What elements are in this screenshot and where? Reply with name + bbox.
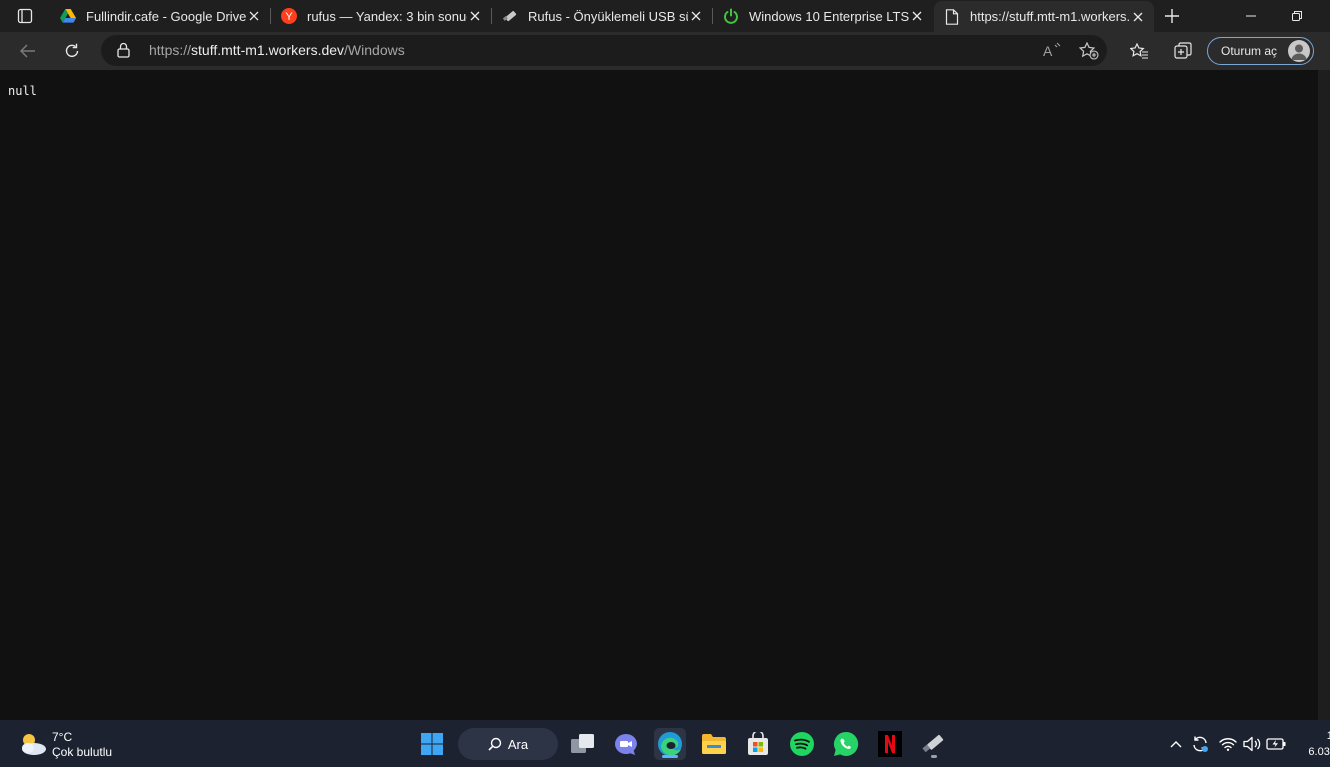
url-path: /Windows bbox=[344, 42, 405, 58]
url-text[interactable]: https://stuff.mtt-m1.workers.dev/Windows bbox=[149, 42, 405, 58]
tab-title: Windows 10 Enterprise LTSC bbox=[749, 8, 909, 24]
avatar bbox=[1288, 40, 1310, 62]
tab-title: rufus — Yandex: 3 bin sonuç bulundu bbox=[307, 8, 467, 24]
tab-title: https://stuff.mtt-m1.workers.dev/Windows bbox=[970, 9, 1130, 24]
rufus-usb-icon bbox=[502, 8, 518, 24]
url-scheme: https:// bbox=[149, 42, 192, 58]
address-bar[interactable]: https://stuff.mtt-m1.workers.dev/Windows… bbox=[101, 35, 1107, 66]
weather-widget[interactable]: 7°C Çok bulutlu bbox=[52, 730, 112, 760]
whatsapp-icon bbox=[833, 731, 859, 756]
wifi-icon bbox=[1219, 738, 1237, 751]
tab-title: Fullindir.cafe - Google Drive bbox=[86, 8, 246, 24]
system-clock[interactable]: 15 6.03.2 bbox=[1299, 728, 1330, 760]
add-favorite-icon[interactable] bbox=[1078, 41, 1099, 65]
restore-button[interactable] bbox=[1274, 0, 1320, 32]
tab-close-icon[interactable] bbox=[909, 8, 925, 24]
folder-icon bbox=[702, 734, 726, 754]
sync-tray-button[interactable] bbox=[1190, 734, 1210, 754]
netflix-button[interactable] bbox=[874, 728, 906, 760]
tab-google-drive[interactable]: Fullindir.cafe - Google Drive bbox=[50, 0, 271, 32]
search-icon bbox=[488, 737, 502, 751]
tab-title: Rufus - Önyüklemeli USB sürücü bbox=[528, 8, 688, 24]
search-label: Ara bbox=[507, 736, 529, 752]
sync-icon bbox=[1193, 736, 1208, 752]
tab-close-icon[interactable] bbox=[246, 8, 262, 24]
tab-close-icon[interactable] bbox=[1130, 9, 1146, 25]
plus-icon bbox=[1165, 9, 1179, 23]
new-tab-button[interactable] bbox=[1160, 4, 1184, 28]
tab-yandex[interactable]: Y rufus — Yandex: 3 bin sonuç bulundu bbox=[271, 0, 492, 32]
collections-icon bbox=[1174, 42, 1192, 59]
lock-icon[interactable] bbox=[117, 42, 130, 63]
clock-date: 6.03.2 bbox=[1308, 746, 1330, 758]
page-body-text: null bbox=[8, 84, 37, 98]
start-button[interactable] bbox=[416, 728, 448, 760]
tab-windows-ltsc[interactable]: Windows 10 Enterprise LTSC bbox=[713, 0, 933, 32]
collections-button[interactable] bbox=[1167, 35, 1199, 67]
weather-temp: 7°C bbox=[52, 730, 73, 744]
tab-strip: Fullindir.cafe - Google Drive Y rufus — … bbox=[0, 0, 1330, 32]
whatsapp-button[interactable] bbox=[830, 728, 862, 760]
taskbar-search[interactable]: Ara bbox=[458, 728, 558, 760]
tab-actions-icon bbox=[17, 8, 33, 24]
taskbar: 7°C Çok bulutlu Ara 1 6.03 bbox=[0, 720, 1330, 767]
edge-taskbar-button[interactable] bbox=[654, 728, 686, 760]
tab-close-icon[interactable] bbox=[467, 8, 483, 24]
power-icon bbox=[723, 8, 739, 24]
chat-icon bbox=[615, 734, 637, 755]
spotify-button[interactable] bbox=[786, 728, 818, 760]
page-icon bbox=[944, 8, 960, 25]
svg-text:A: A bbox=[1043, 43, 1053, 58]
edge-icon bbox=[658, 732, 682, 756]
spotify-icon bbox=[790, 732, 814, 756]
store-button[interactable] bbox=[742, 728, 774, 760]
wifi-button[interactable] bbox=[1218, 734, 1238, 754]
battery-button[interactable] bbox=[1266, 734, 1286, 754]
back-arrow-icon bbox=[20, 44, 35, 58]
battery-charging-icon bbox=[1266, 738, 1286, 750]
tab-rufus[interactable]: Rufus - Önyüklemeli USB sürücü bbox=[492, 0, 713, 32]
file-explorer-button[interactable] bbox=[698, 728, 730, 760]
rufus-taskbar-button[interactable] bbox=[918, 728, 950, 760]
teams-chat-button[interactable] bbox=[610, 728, 642, 760]
sign-in-label: Oturum aç bbox=[1221, 44, 1278, 58]
svg-text:Y: Y bbox=[285, 11, 293, 23]
scrollbar[interactable] bbox=[1318, 70, 1330, 720]
task-view-button[interactable] bbox=[567, 728, 599, 760]
google-drive-icon bbox=[60, 8, 76, 24]
minimize-icon bbox=[1246, 15, 1256, 17]
read-aloud-icon[interactable]: A bbox=[1043, 42, 1061, 63]
refresh-button[interactable] bbox=[56, 35, 88, 67]
clock-time: 15 bbox=[1326, 730, 1330, 742]
active-indicator bbox=[662, 755, 678, 758]
netflix-icon bbox=[878, 731, 902, 757]
task-view-icon bbox=[571, 734, 594, 753]
windows-logo-icon bbox=[421, 733, 443, 755]
sign-in-button[interactable]: Oturum aç bbox=[1207, 37, 1314, 65]
yandex-icon: Y bbox=[281, 8, 297, 24]
refresh-icon bbox=[65, 43, 79, 57]
chevron-up-icon bbox=[1170, 741, 1182, 748]
weather-condition: Çok bulutlu bbox=[52, 745, 113, 759]
tab-actions-button[interactable] bbox=[8, 4, 42, 28]
favorites-icon bbox=[1130, 43, 1148, 59]
volume-button[interactable] bbox=[1242, 734, 1262, 754]
running-indicator bbox=[931, 755, 937, 758]
usb-drive-icon bbox=[922, 734, 944, 753]
tab-workers-dev[interactable]: https://stuff.mtt-m1.workers.dev/Windows bbox=[934, 1, 1154, 32]
back-button[interactable] bbox=[12, 35, 44, 67]
show-hidden-icons-button[interactable] bbox=[1166, 734, 1186, 754]
tab-close-icon[interactable] bbox=[688, 8, 704, 24]
browser-toolbar: https://stuff.mtt-m1.workers.dev/Windows… bbox=[0, 32, 1330, 70]
weather-icon[interactable] bbox=[16, 729, 50, 759]
restore-icon bbox=[1292, 11, 1302, 21]
minimize-button[interactable] bbox=[1228, 0, 1274, 32]
url-host: stuff.mtt-m1.workers.dev bbox=[191, 42, 345, 58]
speaker-icon bbox=[1243, 736, 1261, 752]
favorites-button[interactable] bbox=[1123, 35, 1155, 67]
page-content: null bbox=[0, 70, 1318, 720]
store-icon bbox=[748, 732, 768, 755]
